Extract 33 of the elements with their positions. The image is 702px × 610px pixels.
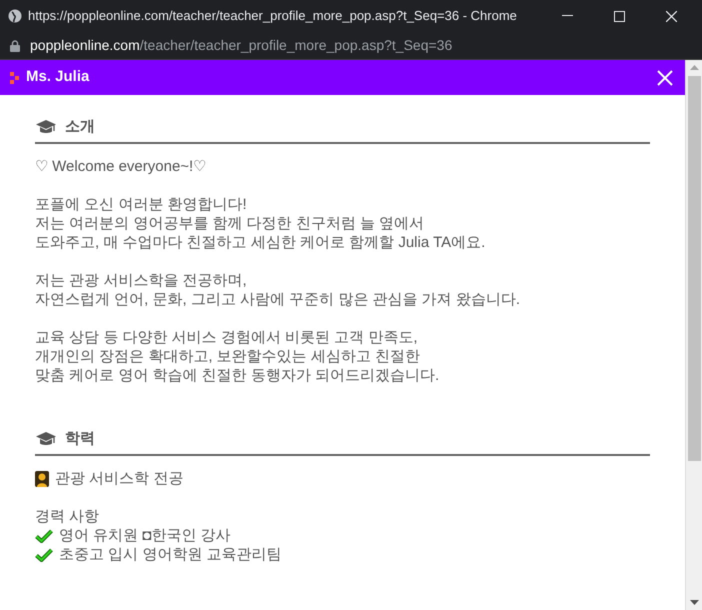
scrollbar[interactable] <box>685 60 702 610</box>
globe-icon <box>8 9 22 23</box>
text-line: 도와주고, 매 수업마다 친절하고 세심한 케어로 함께할 Julia TA에요. <box>35 233 486 252</box>
text-line: 맞춤 케어로 영어 학습에 친절한 동행자가 되어드리겠습니다. <box>35 366 440 385</box>
graduation-cap-icon <box>35 118 57 134</box>
text-line: 포플에 오신 여러분 환영합니다! <box>35 195 247 214</box>
teacher-figure-icon <box>35 470 49 486</box>
text-line: 관광 서비스학 전공 <box>55 469 184 488</box>
logo-icon <box>10 72 20 84</box>
text-line: 저는 관광 서비스학을 전공하며, <box>35 271 247 290</box>
text-line: 저는 여러분의 영어공부를 함께 다정한 친구처럼 늘 옆에서 <box>35 214 424 233</box>
text-line: 개개인의 장점은 확대하고, 보완할수있는 세심하고 친절한 <box>35 347 420 366</box>
text-line: 영어 유치원 ◘한국인 강사 <box>59 526 231 545</box>
check-mark-icon <box>35 528 53 542</box>
text-line: 경력 사항 <box>35 507 100 526</box>
scrollbar-thumb[interactable] <box>688 76 700 461</box>
check-mark-icon <box>35 548 53 562</box>
address-url[interactable]: poppleonline.com/teacher/teacher_profile_more_pop.asp?t_Seq=36 <box>30 35 452 56</box>
close-button[interactable] <box>655 68 675 88</box>
section-heading: 학력 <box>65 429 95 448</box>
text-line: 자연스럽게 언어, 문화, 그리고 사람에 꾸준히 많은 관심을 가져 왔습니다. <box>35 290 520 309</box>
close-icon <box>657 70 673 86</box>
lock-icon <box>10 40 20 52</box>
text-line: ♡ Welcome everyone~!♡ <box>35 157 206 176</box>
graduation-cap-icon <box>35 430 57 446</box>
popup-title: Ms. Julia <box>26 67 90 88</box>
minimize-icon <box>562 15 572 17</box>
text-line: 교육 상담 등 다양한 서비스 경험에서 비롯된 고객 만족도, <box>35 328 418 347</box>
close-icon <box>666 10 676 22</box>
text-line: 초중고 입시 영어학원 교육관리팀 <box>59 545 282 564</box>
section-heading: 소개 <box>65 117 95 136</box>
window-title: https://poppleonline.com/teacher/teacher_profile_more_pop.asp?t_Seq=36 - Chrome <box>28 7 518 26</box>
maximize-icon <box>614 10 624 22</box>
